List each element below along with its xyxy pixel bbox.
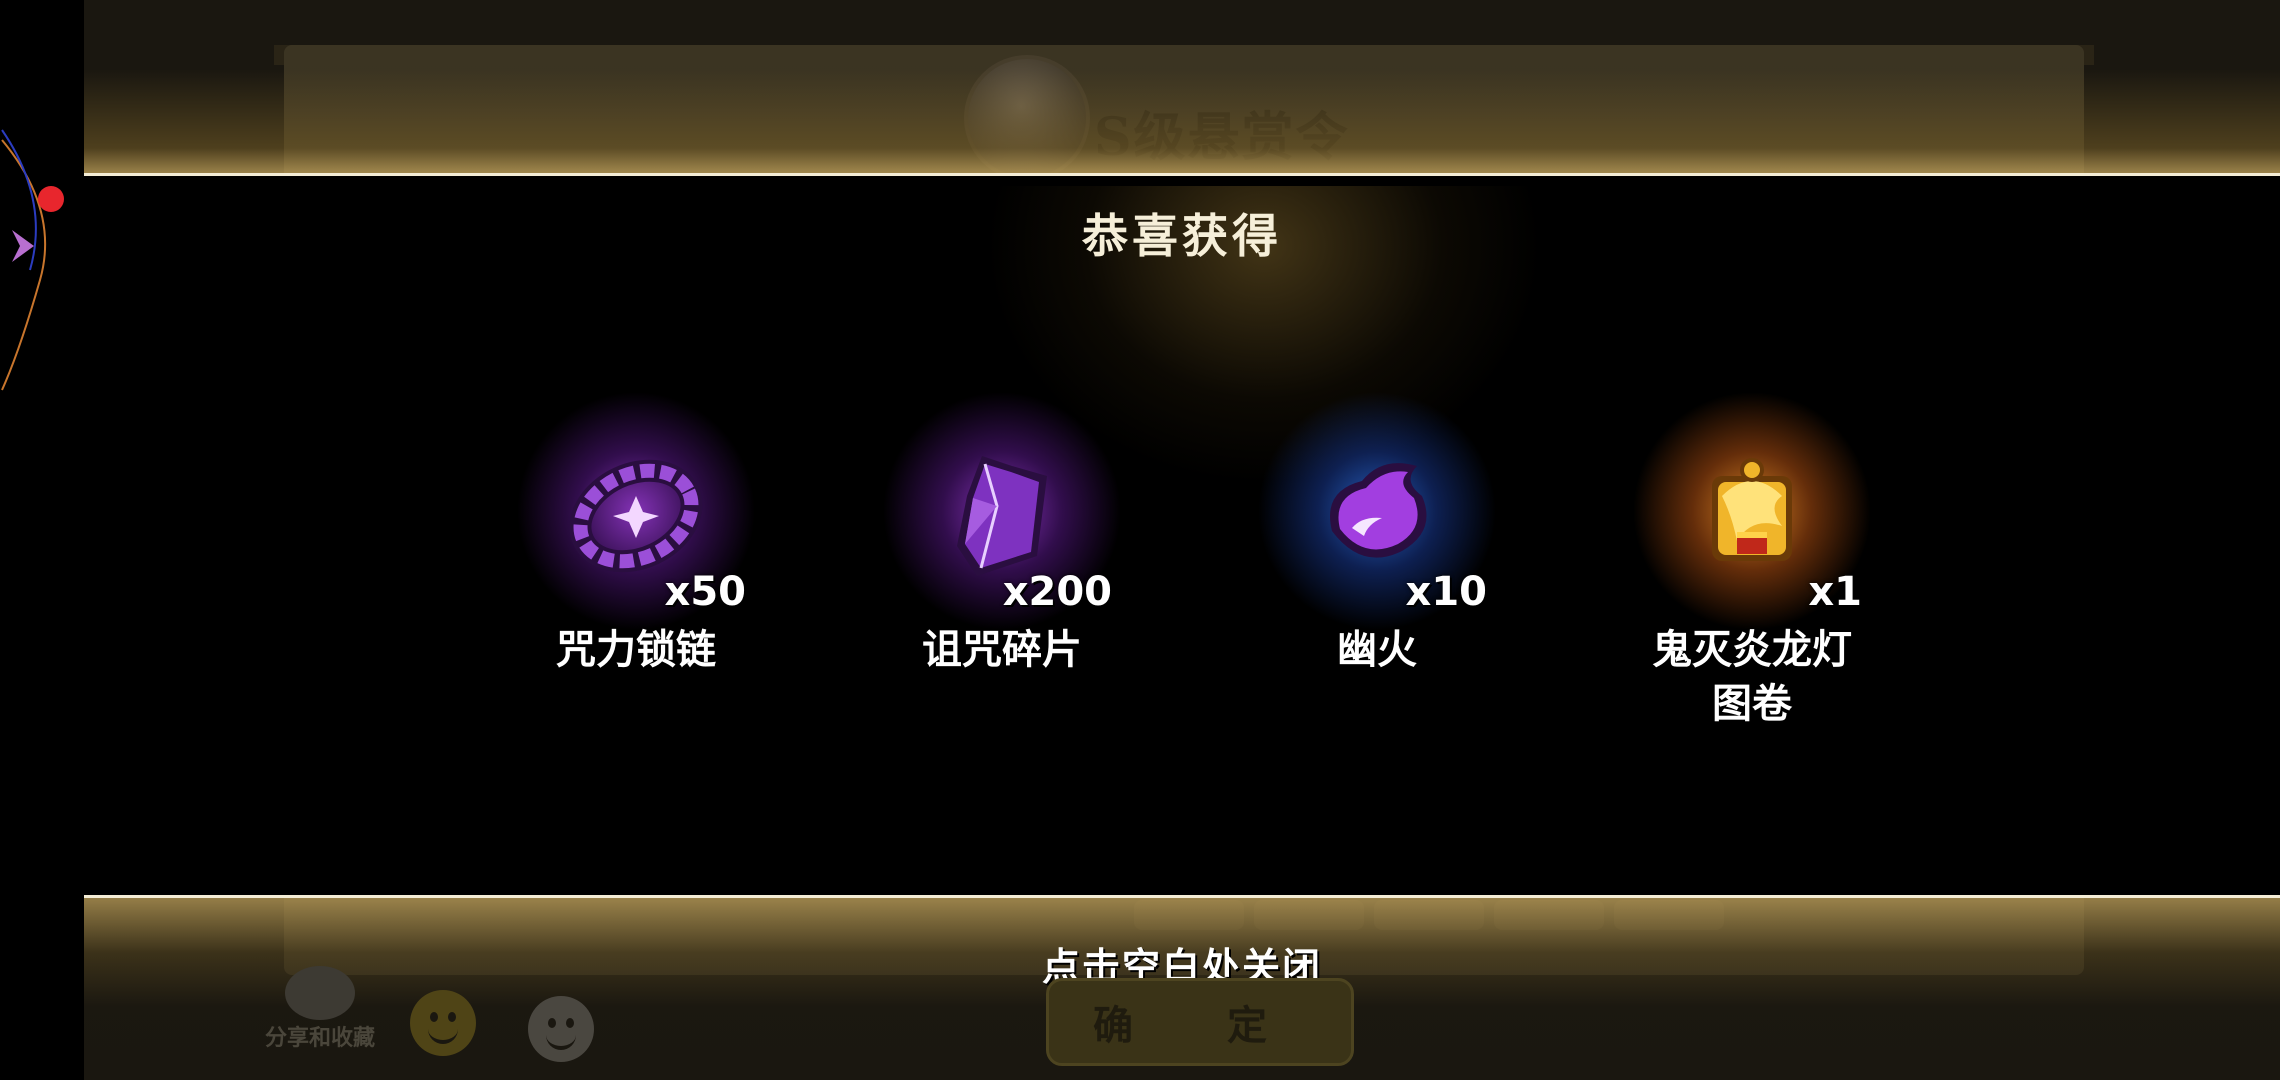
face-eye [430,1012,438,1022]
faint-item-tag [1134,900,1244,930]
floating-sidebar [0,0,84,1080]
faint-item-tag [1374,900,1484,930]
expand-arrow-icon [12,230,34,262]
reward-popup[interactable]: 恭喜获得 x50 咒力锁链 x200 诅咒碎片 x10 幽火 x1 鬼灭炎龙灯 … [84,176,2280,896]
item-name: 幽火 [1337,627,1417,673]
face-mouth [546,1034,576,1050]
smiley-button[interactable] [528,996,594,1062]
faint-item-tag [1494,900,1604,930]
share-label: 分享和收藏 [264,1026,375,1051]
reward-item[interactable]: x50 咒力锁链 [496,391,776,731]
bounty-title: S级悬赏令 [1094,107,1350,168]
item-quantity: x50 [664,569,746,615]
share-and-favorite-button[interactable]: 分享和收藏 [250,966,390,1066]
faint-item-tag [1614,900,1724,930]
face-eye [566,1018,574,1028]
speech-bubble-icon [285,966,355,1020]
item-name: 咒力锁链 [556,627,716,673]
face-eye [548,1018,556,1028]
reward-item[interactable]: x200 诅咒碎片 [862,391,1142,731]
purple-ghost-fire-icon [1330,463,1427,558]
purple-crystal-shard-icon [957,456,1047,576]
reward-title: 恭喜获得 [1082,209,1282,263]
face-mouth [428,1028,458,1044]
emoji-button[interactable] [410,990,476,1056]
item-quantity: x1 [1808,569,1862,615]
panel-bottom-divider [84,895,2280,898]
notification-dot[interactable] [38,186,64,212]
item-name: 鬼灭炎龙灯 图卷 [1652,627,1852,727]
character-portrait-icon [964,55,1090,181]
item-name: 诅咒碎片 [922,627,1082,673]
reward-item[interactable]: x1 鬼灭炎龙灯 图卷 [1612,391,1892,731]
item-quantity: x200 [1002,569,1112,615]
face-eye [448,1012,456,1022]
faint-item-tag [1254,900,1364,930]
floating-ball-arc-icon [1,129,47,391]
reward-item[interactable]: x10 幽火 [1237,391,1517,731]
purple-chain-icon [569,459,703,573]
golden-dragon-lantern-scroll-icon [1712,458,1792,561]
confirm-button[interactable]: 确 定 [1046,978,1354,1066]
item-quantity: x10 [1405,569,1487,615]
